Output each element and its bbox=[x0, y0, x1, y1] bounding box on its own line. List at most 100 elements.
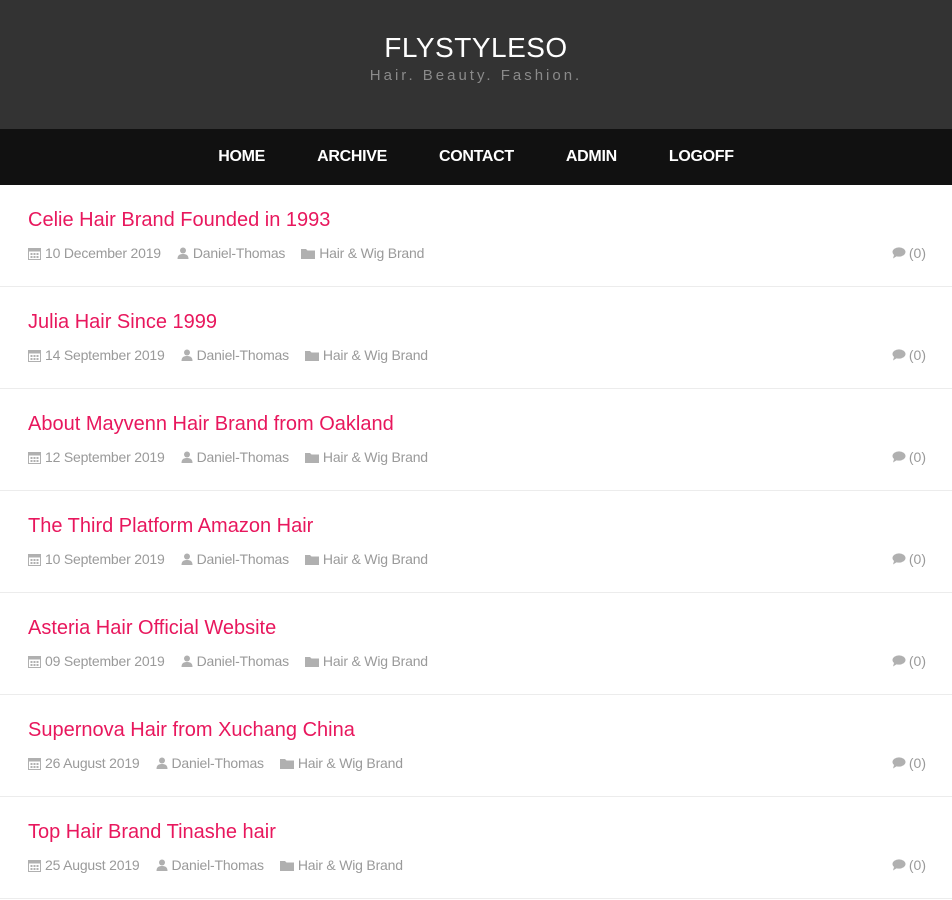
post-meta: 25 August 2019 Daniel-Thomas Hair & Wig … bbox=[28, 857, 924, 873]
user-icon bbox=[156, 757, 168, 769]
post-item: About Mayvenn Hair Brand from Oakland 12… bbox=[0, 389, 952, 491]
post-date: 10 September 2019 bbox=[28, 551, 165, 567]
post-category-link[interactable]: Hair & Wig Brand bbox=[323, 347, 428, 363]
comment-icon bbox=[892, 451, 906, 463]
post-title-link[interactable]: Supernova Hair from Xuchang China bbox=[28, 717, 355, 743]
post-category-link[interactable]: Hair & Wig Brand bbox=[323, 653, 428, 669]
post-category-link[interactable]: Hair & Wig Brand bbox=[323, 449, 428, 465]
calendar-icon bbox=[28, 247, 41, 260]
post-author-link[interactable]: Daniel-Thomas bbox=[197, 551, 290, 567]
post-category: Hair & Wig Brand bbox=[304, 347, 428, 363]
folder-icon bbox=[304, 350, 319, 361]
calendar-icon bbox=[28, 859, 41, 872]
post-author-link[interactable]: Daniel-Thomas bbox=[172, 857, 265, 873]
post-category: Hair & Wig Brand bbox=[304, 449, 428, 465]
post-comments-link[interactable]: (0) bbox=[892, 245, 926, 261]
folder-icon bbox=[301, 248, 316, 259]
nav-archive[interactable]: ARCHIVE bbox=[291, 148, 413, 166]
comment-icon bbox=[892, 349, 906, 361]
nav-home[interactable]: HOME bbox=[192, 148, 291, 166]
nav-contact[interactable]: CONTACT bbox=[413, 148, 540, 166]
post-category-link[interactable]: Hair & Wig Brand bbox=[319, 245, 424, 261]
post-meta: 14 September 2019 Daniel-Thomas Hair & W… bbox=[28, 347, 924, 363]
post-date-text: 09 September 2019 bbox=[45, 653, 165, 669]
post-comments-link[interactable]: (0) bbox=[892, 449, 926, 465]
post-category: Hair & Wig Brand bbox=[304, 551, 428, 567]
post-item: Julia Hair Since 1999 14 September 2019 bbox=[0, 287, 952, 389]
post-category-link[interactable]: Hair & Wig Brand bbox=[323, 551, 428, 567]
nav-admin[interactable]: ADMIN bbox=[540, 148, 643, 166]
post-date: 10 December 2019 bbox=[28, 245, 161, 261]
post-title-link[interactable]: Celie Hair Brand Founded in 1993 bbox=[28, 207, 330, 233]
folder-icon bbox=[304, 656, 319, 667]
post-author-link[interactable]: Daniel-Thomas bbox=[172, 755, 265, 771]
post-title-link[interactable]: Julia Hair Since 1999 bbox=[28, 309, 217, 335]
site-title[interactable]: FLYSTYLESO bbox=[0, 32, 952, 64]
post-list: Celie Hair Brand Founded in 1993 10 Dece… bbox=[0, 185, 952, 899]
post-date: 26 August 2019 bbox=[28, 755, 140, 771]
post-comments-link[interactable]: (0) bbox=[892, 551, 926, 567]
user-icon bbox=[181, 349, 193, 361]
post-comments-link[interactable]: (0) bbox=[892, 755, 926, 771]
post-comments-count: (0) bbox=[908, 857, 926, 873]
post-comments-link[interactable]: (0) bbox=[892, 347, 926, 363]
post-date-text: 14 September 2019 bbox=[45, 347, 165, 363]
post-item: The Third Platform Amazon Hair 10 Septem… bbox=[0, 491, 952, 593]
post-date-text: 10 September 2019 bbox=[45, 551, 165, 567]
folder-icon bbox=[279, 860, 294, 871]
post-category: Hair & Wig Brand bbox=[301, 245, 424, 261]
post-meta: 26 August 2019 Daniel-Thomas Hair & Wig … bbox=[28, 755, 924, 771]
post-title-link[interactable]: About Mayvenn Hair Brand from Oakland bbox=[28, 411, 394, 437]
nav-logoff[interactable]: LOGOFF bbox=[643, 148, 760, 166]
post-category: Hair & Wig Brand bbox=[279, 755, 403, 771]
post-author: Daniel-Thomas bbox=[156, 857, 264, 873]
post-item: Supernova Hair from Xuchang China 26 Aug… bbox=[0, 695, 952, 797]
post-category: Hair & Wig Brand bbox=[279, 857, 403, 873]
post-author: Daniel-Thomas bbox=[181, 449, 289, 465]
calendar-icon bbox=[28, 349, 41, 362]
post-title-link[interactable]: Top Hair Brand Tinashe hair bbox=[28, 819, 276, 845]
post-date: 14 September 2019 bbox=[28, 347, 165, 363]
calendar-icon bbox=[28, 451, 41, 464]
post-date-text: 25 August 2019 bbox=[45, 857, 140, 873]
post-category-link[interactable]: Hair & Wig Brand bbox=[298, 857, 403, 873]
user-icon bbox=[181, 553, 193, 565]
post-author-link[interactable]: Daniel-Thomas bbox=[197, 347, 290, 363]
post-author-link[interactable]: Daniel-Thomas bbox=[197, 449, 290, 465]
post-date: 25 August 2019 bbox=[28, 857, 140, 873]
user-icon bbox=[177, 247, 189, 259]
site-tagline: Hair. Beauty. Fashion. bbox=[369, 67, 583, 84]
comment-icon bbox=[892, 859, 906, 871]
folder-icon bbox=[304, 452, 319, 463]
post-comments-count: (0) bbox=[908, 245, 926, 261]
post-item: Celie Hair Brand Founded in 1993 10 Dece… bbox=[0, 185, 952, 287]
comment-icon bbox=[892, 655, 906, 667]
post-meta: 12 September 2019 Daniel-Thomas Hair & W… bbox=[28, 449, 924, 465]
post-comments-link[interactable]: (0) bbox=[892, 857, 926, 873]
calendar-icon bbox=[28, 655, 41, 668]
post-author-link[interactable]: Daniel-Thomas bbox=[197, 653, 290, 669]
site-header: FLYSTYLESO Hair. Beauty. Fashion. bbox=[0, 0, 952, 129]
post-date: 09 September 2019 bbox=[28, 653, 165, 669]
post-comments-count: (0) bbox=[908, 551, 926, 567]
post-author-link[interactable]: Daniel-Thomas bbox=[193, 245, 286, 261]
post-date-text: 10 December 2019 bbox=[45, 245, 161, 261]
main-nav: HOME ARCHIVE CONTACT ADMIN LOGOFF bbox=[0, 129, 952, 185]
post-title-link[interactable]: Asteria Hair Official Website bbox=[28, 615, 276, 641]
comment-icon bbox=[892, 247, 906, 259]
post-category-link[interactable]: Hair & Wig Brand bbox=[298, 755, 403, 771]
post-comments-count: (0) bbox=[908, 653, 926, 669]
user-icon bbox=[181, 451, 193, 463]
post-author: Daniel-Thomas bbox=[181, 551, 289, 567]
post-comments-count: (0) bbox=[908, 755, 926, 771]
folder-icon bbox=[279, 758, 294, 769]
post-meta: 10 September 2019 Daniel-Thomas Hair & W… bbox=[28, 551, 924, 567]
folder-icon bbox=[304, 554, 319, 565]
post-author: Daniel-Thomas bbox=[156, 755, 264, 771]
post-item: Top Hair Brand Tinashe hair 25 August 20… bbox=[0, 797, 952, 899]
post-author: Daniel-Thomas bbox=[177, 245, 285, 261]
post-comments-link[interactable]: (0) bbox=[892, 653, 926, 669]
calendar-icon bbox=[28, 553, 41, 566]
post-title-link[interactable]: The Third Platform Amazon Hair bbox=[28, 513, 313, 539]
post-date-text: 12 September 2019 bbox=[45, 449, 165, 465]
